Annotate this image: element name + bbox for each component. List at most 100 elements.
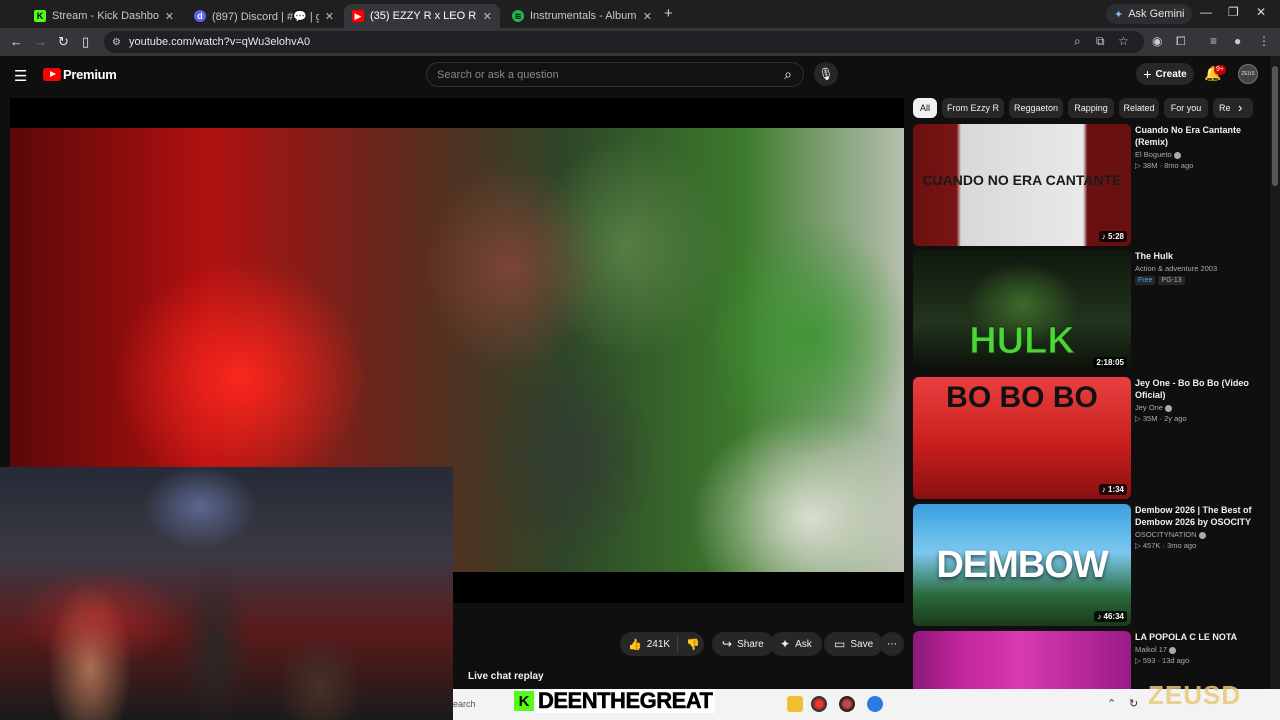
recommendation-card[interactable]: BO BO BO ♪ 1:34 Jey One - Bo Bo Bo (Vide…: [913, 377, 1263, 499]
search-input[interactable]: Search or ask a question: [426, 62, 804, 87]
extensions-puzzle-icon[interactable]: ⧠: [1176, 34, 1186, 49]
close-tab-icon[interactable]: ✕: [165, 10, 174, 23]
like-button[interactable]: 👍 241K: [620, 636, 678, 652]
site-info-icon[interactable]: ⚙: [112, 37, 121, 48]
video-thumbnail[interactable]: CUANDO NO ERA CANTANTE ♪ 5:28: [913, 124, 1131, 246]
close-tab-icon[interactable]: ✕: [483, 10, 492, 23]
back-icon[interactable]: ←: [10, 34, 23, 49]
account-avatar[interactable]: ZEUS: [1238, 64, 1258, 84]
search-icon[interactable]: ⌕: [776, 64, 800, 84]
tab-youtube-video[interactable]: ▶ (35) EZZY R x LEO RD - SE D ✕: [344, 4, 500, 28]
recommendation-info: Dembow 2026 | The Best of Dembow 2026 by…: [1135, 504, 1263, 550]
tab-discord[interactable]: d (897) Discord | #💬 | gener ✕: [186, 4, 342, 28]
video-title[interactable]: Cuando No Era Cantante (Remix): [1135, 124, 1263, 148]
chip-reggaeton[interactable]: Reggaeton: [1009, 98, 1063, 118]
new-tab-button[interactable]: +: [664, 5, 673, 22]
duration-badge: ♪ 46:34: [1094, 611, 1127, 622]
tray-app-icon[interactable]: ↻: [1129, 697, 1138, 710]
video-meta: Free PG-13: [1135, 275, 1263, 285]
tab-kick-dashboard[interactable]: K Stream - Kick Dashboard ✕: [26, 4, 182, 28]
channel-name[interactable]: OSOCITYNATION: [1135, 530, 1263, 539]
video-title[interactable]: Jey One - Bo Bo Bo (Video Oficial): [1135, 377, 1263, 401]
chip-related[interactable]: Related: [1119, 98, 1159, 118]
zoom-icon[interactable]: ⌕: [1074, 34, 1081, 49]
youtube-premium-wordmark[interactable]: Premium: [63, 67, 117, 82]
plus-icon: +: [1143, 66, 1152, 82]
recommendation-card[interactable]: CUANDO NO ERA CANTANTE ♪ 5:28 Cuando No …: [913, 124, 1263, 246]
file-explorer-icon[interactable]: [787, 696, 803, 712]
save-button[interactable]: ▭ Save: [824, 632, 884, 656]
video-thumbnail[interactable]: DEMBOW ♪ 46:34: [913, 504, 1131, 626]
more-actions-button[interactable]: ⋯: [880, 632, 904, 656]
zeusd-watermark: ZEUSD: [1148, 680, 1242, 710]
kick-icon: K: [34, 10, 46, 22]
share-action: ↪ Share: [712, 632, 774, 656]
obs-icon[interactable]: [811, 696, 827, 712]
taskbar-search[interactable]: earch: [453, 695, 513, 715]
tab-spotify[interactable]: ≋ Instrumentals - Album by Gucci ✕: [504, 4, 660, 28]
chip-all[interactable]: All: [913, 98, 937, 118]
side-panel-icon[interactable]: ▯: [82, 34, 89, 50]
page-scrollbar[interactable]: [1270, 56, 1280, 696]
maximize-icon[interactable]: ❐: [1228, 5, 1239, 19]
dislike-button[interactable]: 👎: [678, 638, 700, 651]
like-count: 241K: [646, 638, 671, 650]
duration-badge: 2:18:05: [1093, 357, 1127, 368]
live-chat-replay-header[interactable]: Live chat replay: [454, 665, 904, 689]
thumbnail-text: BO BO BO: [946, 381, 1098, 414]
video-title[interactable]: Dembow 2026 | The Best of Dembow 2026 by…: [1135, 504, 1263, 528]
extension-icon[interactable]: ◉: [1152, 34, 1162, 48]
chip-more[interactable]: Re: [1213, 98, 1253, 118]
ask-gemini-label: Ask Gemini: [1128, 8, 1185, 20]
video-title[interactable]: The Hulk: [1135, 250, 1263, 262]
close-tab-icon[interactable]: ✕: [643, 10, 652, 23]
voice-search-icon[interactable]: 🎙: [814, 62, 838, 86]
ask-action: ✦ Ask: [770, 632, 822, 656]
hamburger-menu-icon[interactable]: ☰: [14, 67, 27, 85]
channel-name[interactable]: Action & adventure 2003: [1135, 264, 1263, 273]
channel-name[interactable]: Maikol 17: [1135, 645, 1263, 654]
thumbs-down-icon: 👎: [686, 638, 700, 651]
video-title[interactable]: LA POPOLA C LE NOTA: [1135, 631, 1263, 643]
chip-from-ezzy-r[interactable]: From Ezzy R: [942, 98, 1004, 118]
recommendation-card[interactable]: HULK 2:18:05 The Hulk Action & adventure…: [913, 250, 1263, 372]
install-icon[interactable]: ⧉: [1096, 34, 1105, 49]
chip-rapping[interactable]: Rapping: [1068, 98, 1114, 118]
verified-icon: [1173, 151, 1181, 159]
tray-chevron-icon[interactable]: ⌃: [1107, 697, 1116, 710]
reading-list-icon[interactable]: ≡: [1210, 34, 1217, 48]
recommendation-card[interactable]: DEMBOW ♪ 46:34 Dembow 2026 | The Best of…: [913, 504, 1263, 626]
create-button[interactable]: + Create: [1136, 63, 1194, 85]
minimize-icon[interactable]: —: [1200, 5, 1212, 19]
save-action: ▭ Save: [824, 632, 884, 656]
chevron-right-icon[interactable]: ›: [1238, 100, 1242, 115]
video-thumbnail[interactable]: BO BO BO ♪ 1:34: [913, 377, 1131, 499]
scrollbar-thumb[interactable]: [1272, 66, 1278, 186]
close-tab-icon[interactable]: ✕: [325, 10, 334, 23]
channel-name[interactable]: Jey One: [1135, 403, 1263, 412]
browser-icon[interactable]: [867, 696, 883, 712]
profile-icon[interactable]: ●: [1234, 34, 1241, 48]
video-thumbnail[interactable]: [913, 631, 1131, 689]
reload-icon[interactable]: ↻: [58, 34, 69, 50]
share-arrow-icon: ↪: [722, 637, 733, 651]
forward-icon[interactable]: →: [34, 34, 47, 49]
video-thumbnail[interactable]: HULK 2:18:05: [913, 250, 1131, 372]
duration-badge: ♪ 5:28: [1098, 231, 1127, 242]
bookmark-star-icon[interactable]: ☆: [1118, 34, 1129, 48]
recommendation-info: LA POPOLA C LE NOTA Maikol 17 ▷ 593 · 13…: [1135, 631, 1263, 665]
chip-for-you[interactable]: For you: [1164, 98, 1208, 118]
like-dislike-group: 👍 241K 👎: [620, 632, 704, 656]
channel-name-text: OSOCITYNATION: [1135, 530, 1197, 539]
channel-name[interactable]: El Bogueto: [1135, 150, 1263, 159]
url-field[interactable]: ⚙ youtube.com/watch?v=qWu3elohvA0: [104, 31, 1144, 53]
app-icon[interactable]: [839, 696, 855, 712]
ask-button[interactable]: ✦ Ask: [770, 632, 822, 656]
ask-gemini-button[interactable]: ✦ Ask Gemini: [1106, 4, 1193, 24]
close-window-icon[interactable]: ✕: [1256, 5, 1266, 19]
channel-name-text: El Bogueto: [1135, 150, 1172, 159]
share-button[interactable]: ↪ Share: [712, 632, 774, 656]
youtube-logo-icon[interactable]: [43, 68, 61, 81]
rating-badge: PG-13: [1158, 276, 1185, 285]
browser-menu-icon[interactable]: ⋮: [1258, 34, 1270, 48]
